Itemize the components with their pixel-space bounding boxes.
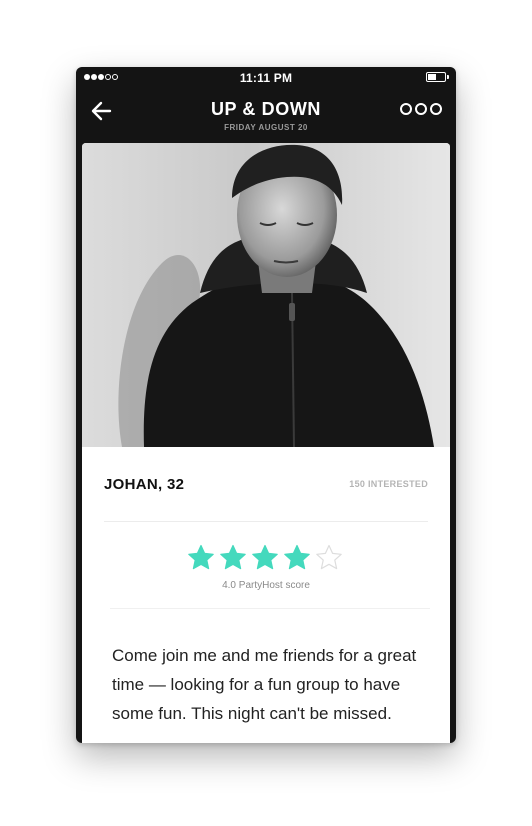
star-filled-icon [283,544,311,572]
party-host-score: 4.0 PartyHost score [222,580,310,591]
battery-icon [426,72,449,82]
event-description: Come join me and me friends for a great … [112,646,417,723]
page-subtitle-date: FRIDAY AUGUST 20 [224,123,308,132]
host-name-age: JOHAN, 32 [104,476,185,493]
star-rating [187,544,343,572]
status-bar: 11:11 PM [76,67,456,89]
more-options-icon [400,103,412,115]
star-filled-icon [219,544,247,572]
divider [110,608,430,609]
star-filled-icon [187,544,215,572]
page-title: UP & DOWN [210,99,322,119]
more-options-button[interactable] [400,103,442,115]
phone-frame: 11:11 PM UP & DOWN FRIDAY AUGUST 20 JOHA… [76,67,456,743]
navigation-bar: UP & DOWN FRIDAY AUGUST 20 [76,89,456,143]
star-filled-icon [251,544,279,572]
interested-count: 150 INTERESTED [349,479,428,489]
star-empty-icon [315,544,343,572]
host-card: JOHAN, 32 150 INTERESTED 4.0 PartyHost s… [82,143,450,743]
status-time: 11:11 PM [239,71,293,85]
divider [104,521,428,522]
more-options-icon-dot [415,103,427,115]
host-photo [82,143,450,447]
more-options-icon-dot [430,103,442,115]
